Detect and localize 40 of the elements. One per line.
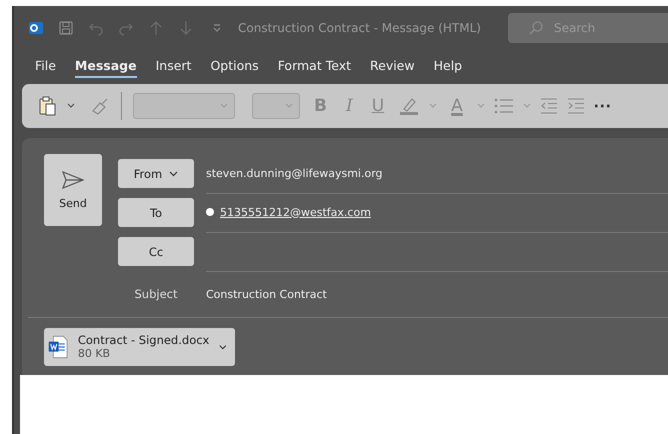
chevron-icon[interactable] xyxy=(219,344,227,350)
field-value: steven.dunning@lifewaysmi.org xyxy=(206,166,383,180)
caret-icon xyxy=(285,103,293,109)
ribbon-tab[interactable]: File xyxy=(35,54,56,78)
customize-icon[interactable] xyxy=(212,23,222,33)
chevron-icon xyxy=(169,170,178,176)
window-title: Construction Contract - Message (HTML) xyxy=(238,21,481,35)
address-button[interactable]: Cc xyxy=(118,237,194,266)
more-button[interactable]: ··· xyxy=(594,96,612,116)
outlook-icon xyxy=(28,20,44,36)
attachment-size: 80 KB xyxy=(78,347,112,360)
down-arrow-icon[interactable] xyxy=(178,20,194,36)
send-button[interactable]: Send xyxy=(44,154,102,226)
caret-icon[interactable] xyxy=(67,103,75,109)
caret-icon xyxy=(220,103,228,109)
ribbon-tab[interactable]: Format Text xyxy=(278,54,351,78)
format-painter-icon[interactable] xyxy=(90,97,110,115)
address-button[interactable]: To xyxy=(118,198,194,227)
attachment-name: Contract - Signed.docx xyxy=(78,334,210,348)
paste-icon[interactable] xyxy=(38,95,58,117)
search-icon xyxy=(528,20,544,36)
font-size-dropdown[interactable] xyxy=(252,93,300,119)
ribbon-tab[interactable]: Message xyxy=(74,54,137,78)
ribbon-tab[interactable]: Options xyxy=(210,54,259,78)
field-label: Subject xyxy=(134,287,178,301)
increase-indent-icon[interactable] xyxy=(566,98,585,114)
up-arrow-icon[interactable] xyxy=(148,20,164,36)
field-value: Construction Contract xyxy=(206,288,327,300)
ribbon-tab[interactable]: Help xyxy=(434,54,462,78)
save-icon[interactable] xyxy=(58,20,74,36)
address-button[interactable]: From xyxy=(118,159,194,188)
recipient-link[interactable]: 5135551212@westfax.com xyxy=(220,206,371,218)
decrease-indent-icon[interactable] xyxy=(540,98,558,114)
attachment-card[interactable]: Contract - Signed.docx 80 KB xyxy=(44,328,235,366)
bullet-list-icon[interactable] xyxy=(494,98,514,114)
highlighter-icon[interactable] xyxy=(398,96,420,116)
send-icon xyxy=(62,170,84,188)
ribbon-tab[interactable]: Review xyxy=(370,54,415,78)
ribbon-tab[interactable]: Insert xyxy=(156,54,192,78)
font-dropdown[interactable] xyxy=(133,93,235,119)
